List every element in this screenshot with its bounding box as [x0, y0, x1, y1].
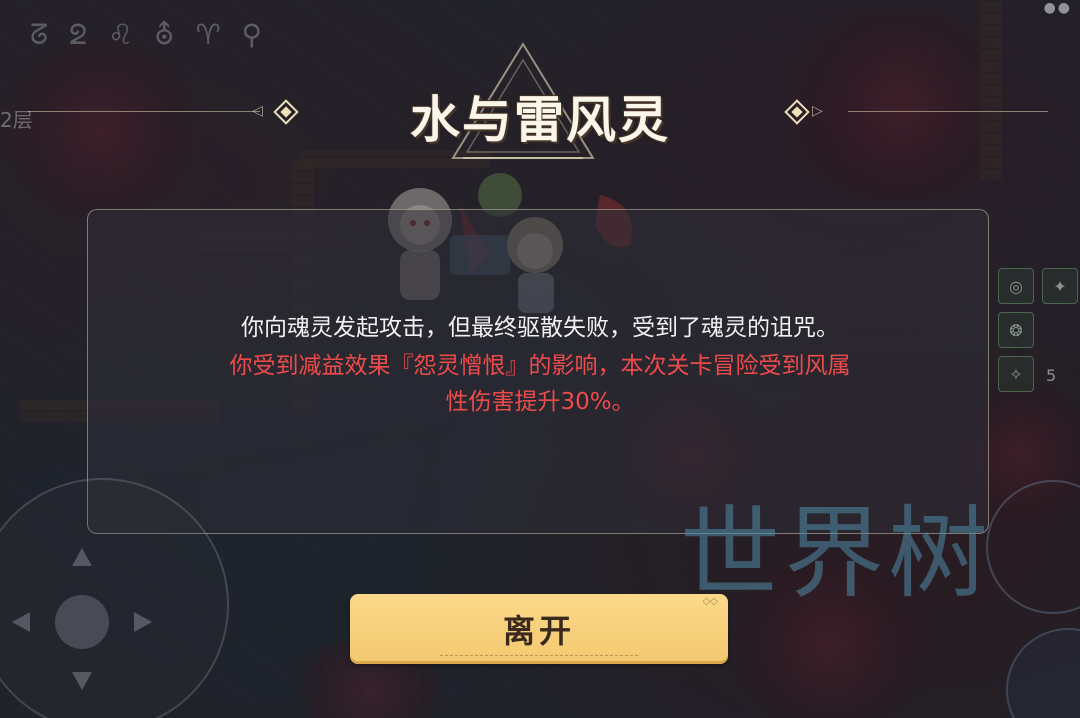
leave-button[interactable]: 离开 ◇◇ [350, 594, 728, 664]
arrow-right-icon: ▷ [812, 103, 823, 119]
event-message: 你向魂灵发起攻击，但最终驱散失败，受到了魂灵的诅咒。 [241, 315, 839, 341]
joystick-knob[interactable] [55, 595, 109, 649]
leave-button-label: 离开 [502, 612, 575, 650]
rune-symbols: ᘔ ᘖ ♌ ⛢ ♈ ⚲ [30, 18, 268, 51]
joystick-up-arrow-icon [72, 548, 92, 566]
joystick-left-arrow-icon [12, 612, 30, 632]
menu-dots-icon[interactable]: ●● [1044, 0, 1072, 16]
skill-slot-icon[interactable]: ✧ [998, 356, 1034, 392]
debuff-message-line: 性伤害提升30%。 [445, 389, 635, 415]
skill-slot-icon[interactable]: ✦ [1042, 268, 1078, 304]
debuff-message-line: 你受到减益效果『怨灵憎恨』的影响，本次关卡冒险受到风属 [229, 353, 851, 379]
skill-slot-icon[interactable]: ❂ [998, 312, 1034, 348]
title-divider-right [848, 111, 1048, 112]
button-underline [440, 655, 638, 656]
debuff-message: 你受到减益效果『怨灵憎恨』的影响，本次关卡冒险受到风属 性伤害提升30%。 [100, 348, 980, 420]
floor-label: 2层 [0, 108, 33, 132]
skill-slot-icon[interactable]: ◎ [998, 268, 1034, 304]
joystick-down-arrow-icon [72, 672, 92, 690]
joystick-right-arrow-icon [134, 612, 152, 632]
title-divider-left [28, 111, 260, 112]
event-title: 水与雷风灵 [410, 90, 670, 149]
arrow-left-icon: ◁ [252, 103, 263, 119]
button-corner-icon: ◇◇ [702, 596, 718, 607]
skill-count: 5 [1046, 366, 1057, 385]
watermark: 世界树 [680, 495, 992, 612]
game-screen: ᘔ ᘖ ♌ ⛢ ♈ ⚲ 2层 ●● ◁ ▷ 水与雷风灵 你向魂灵发起攻击，但最终… [0, 0, 1080, 718]
